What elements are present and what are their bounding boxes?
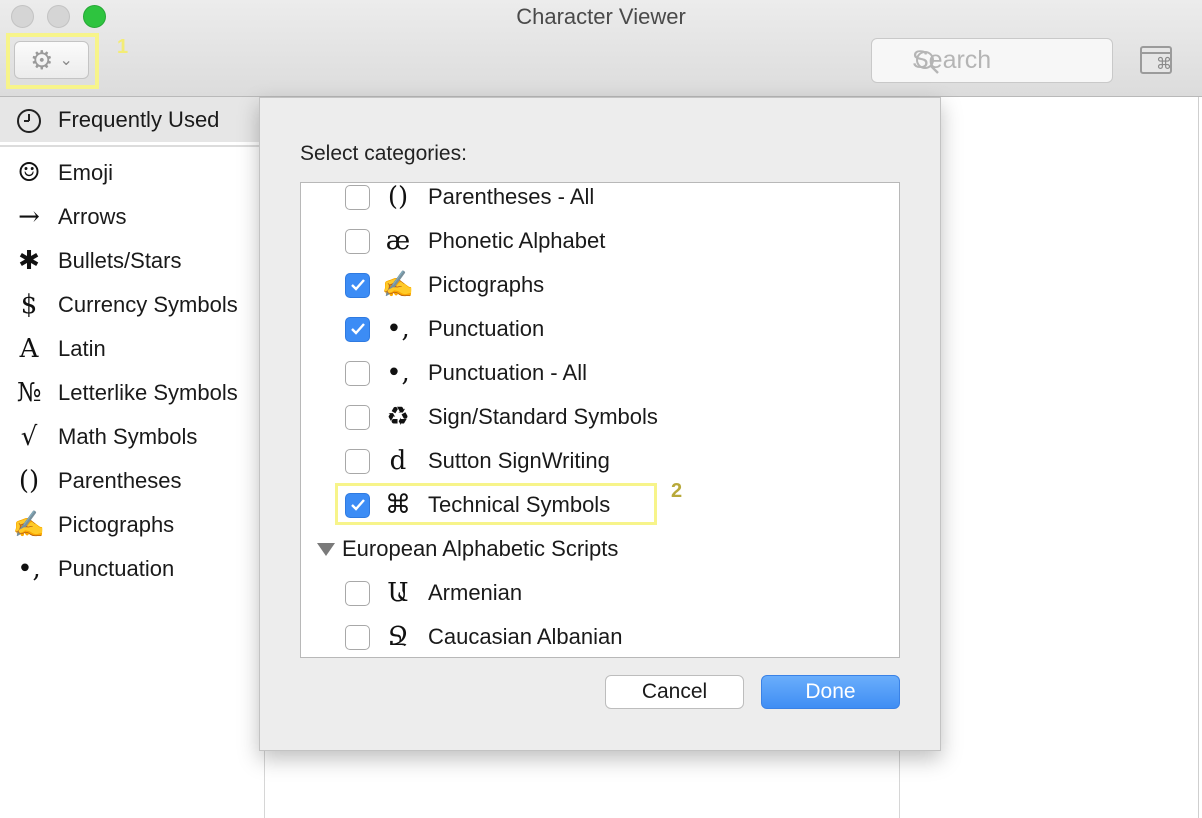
category-checkbox[interactable] bbox=[345, 272, 370, 298]
title-bar: Character Viewer ⚙ ⌄ 1 Search ⌘ bbox=[0, 0, 1202, 97]
signwriting-icon: d bbox=[389, 446, 407, 476]
category-row-armenian[interactable]: Ա Armenian bbox=[301, 571, 899, 615]
category-checkbox[interactable] bbox=[345, 316, 370, 342]
category-row-pictographs[interactable]: ✍ Pictographs bbox=[301, 263, 899, 307]
sidebar-item-emoji[interactable]: ☺ Emoji bbox=[0, 151, 265, 195]
chevron-down-icon: ⌄ bbox=[59, 52, 73, 69]
customize-list-sheet: Select categories: () Parentheses - All … bbox=[259, 97, 941, 751]
caucasian-albanian-letter-icon: Ջ bbox=[387, 622, 409, 652]
clock-icon bbox=[0, 104, 58, 135]
sidebar-divider bbox=[0, 145, 265, 147]
category-row-punctuation-all[interactable]: •, Punctuation - All bbox=[301, 351, 899, 395]
category-row-technical-symbols[interactable]: ⌘ Technical Symbols bbox=[301, 483, 899, 527]
category-checkbox[interactable] bbox=[345, 360, 370, 386]
writing-hand-icon: ✍ bbox=[381, 270, 415, 300]
category-label: Phonetic Alphabet bbox=[428, 228, 606, 253]
category-row-punctuation[interactable]: •, Punctuation bbox=[301, 307, 899, 351]
category-label: Parentheses - All bbox=[428, 184, 595, 209]
category-label: Punctuation bbox=[428, 316, 545, 341]
category-checkbox[interactable] bbox=[345, 624, 370, 650]
sidebar: Frequently Used ☺ Emoji → Arrows ✱ Bullets/… bbox=[0, 97, 265, 818]
category-label: Sign/Standard Symbols bbox=[428, 404, 658, 429]
character-palette-icon[interactable]: ⌘ bbox=[1140, 46, 1172, 74]
command-key-icon: ⌘ bbox=[385, 490, 411, 520]
category-label: Punctuation - All bbox=[428, 360, 587, 385]
dollar-icon: $ bbox=[20, 290, 38, 320]
category-checkbox[interactable] bbox=[345, 492, 370, 518]
sidebar-item-latin[interactable]: A Latin bbox=[0, 327, 265, 371]
sidebar-item-letterlike-symbols[interactable]: № Letterlike Symbols bbox=[0, 371, 265, 415]
category-row-caucasian-albanian[interactable]: Ջ Caucasian Albanian bbox=[301, 615, 899, 657]
square-root-icon: √ bbox=[20, 422, 38, 452]
sidebar-item-label: Arrows bbox=[58, 204, 127, 229]
sidebar-item-label: Parentheses bbox=[58, 468, 182, 493]
character-grid-area bbox=[265, 750, 900, 818]
sidebar-item-math-symbols[interactable]: √ Math Symbols bbox=[0, 415, 265, 459]
category-group-european-alphabetic-scripts[interactable]: European Alphabetic Scripts bbox=[301, 529, 899, 569]
cancel-button[interactable]: Cancel bbox=[605, 675, 744, 709]
category-row-phonetic-alphabet[interactable]: æ Phonetic Alphabet bbox=[301, 219, 899, 263]
arrow-icon: → bbox=[18, 202, 40, 232]
category-checkbox[interactable] bbox=[345, 228, 370, 254]
disclosure-triangle-icon[interactable] bbox=[317, 542, 335, 556]
parentheses-icon: () bbox=[18, 466, 40, 496]
category-label: Pictographs bbox=[428, 272, 545, 297]
writing-hand-icon: ✍ bbox=[12, 510, 46, 540]
sidebar-item-label: Bullets/Stars bbox=[58, 248, 182, 273]
sidebar-item-bullets-stars[interactable]: ✱ Bullets/Stars bbox=[0, 239, 265, 283]
sidebar-item-frequently-used[interactable]: Frequently Used bbox=[0, 97, 265, 142]
sidebar-item-arrows[interactable]: → Arrows bbox=[0, 195, 265, 239]
category-label: Caucasian Albanian bbox=[428, 624, 623, 649]
sidebar-item-label: Latin bbox=[58, 336, 106, 361]
sheet-title: Select categories: bbox=[300, 142, 467, 165]
star-icon: ✱ bbox=[18, 246, 40, 276]
annotation-label-1: 1 bbox=[117, 36, 129, 58]
armenian-letter-icon: Ա bbox=[387, 578, 409, 608]
sidebar-item-label: Letterlike Symbols bbox=[58, 380, 238, 405]
category-checkbox[interactable] bbox=[345, 448, 370, 474]
search-icon bbox=[916, 51, 939, 74]
sidebar-item-pictographs[interactable]: ✍ Pictographs bbox=[0, 503, 265, 547]
sidebar-item-label: Math Symbols bbox=[58, 424, 198, 449]
category-list[interactable]: () Parentheses - All æ Phonetic Alphabet… bbox=[300, 182, 900, 658]
category-checkbox[interactable] bbox=[345, 184, 370, 210]
category-group-label: European Alphabetic Scripts bbox=[342, 536, 619, 561]
sidebar-item-label: Emoji bbox=[58, 160, 114, 185]
category-label: Technical Symbols bbox=[428, 492, 611, 517]
window-right-edge bbox=[1198, 97, 1202, 818]
category-checkbox[interactable] bbox=[345, 580, 370, 606]
punctuation-icon: •, bbox=[386, 314, 410, 344]
gear-icon: ⚙ bbox=[30, 44, 54, 75]
numero-icon: № bbox=[16, 378, 42, 408]
action-menu-button[interactable]: ⚙ ⌄ bbox=[14, 41, 89, 79]
sidebar-item-parentheses[interactable]: () Parentheses bbox=[0, 459, 265, 503]
search-input[interactable]: Search bbox=[871, 38, 1113, 83]
sidebar-category-list: ☺ Emoji → Arrows ✱ Bullets/Stars $ Currency … bbox=[0, 151, 265, 591]
letter-a-icon: A bbox=[19, 334, 39, 364]
category-checkbox[interactable] bbox=[345, 404, 370, 430]
ae-ligature-icon: æ bbox=[385, 226, 411, 256]
sidebar-item-punctuation[interactable]: •, Punctuation bbox=[0, 547, 265, 591]
category-label: Sutton SignWriting bbox=[428, 448, 610, 473]
punctuation-icon: •, bbox=[386, 358, 410, 388]
done-button[interactable]: Done bbox=[761, 675, 900, 709]
sidebar-item-label: Pictographs bbox=[58, 512, 175, 537]
sidebar-item-currency-symbols[interactable]: $ Currency Symbols bbox=[0, 283, 265, 327]
sidebar-item-label: Currency Symbols bbox=[58, 292, 238, 317]
smiley-icon: ☺ bbox=[17, 158, 41, 188]
category-row-sign-standard-symbols[interactable]: ♻ Sign/Standard Symbols bbox=[301, 395, 899, 439]
punctuation-icon: •, bbox=[17, 554, 41, 584]
sidebar-item-label: Frequently Used bbox=[58, 106, 220, 132]
recycle-icon: ♻ bbox=[386, 402, 410, 432]
parentheses-icon: () bbox=[387, 182, 409, 212]
annotation-label-2: 2 bbox=[671, 480, 683, 502]
category-row-parentheses-all[interactable]: () Parentheses - All bbox=[301, 182, 899, 219]
category-label: Armenian bbox=[428, 580, 523, 605]
window-title: Character Viewer bbox=[516, 4, 686, 29]
category-row-sutton-signwriting[interactable]: d Sutton SignWriting bbox=[301, 439, 899, 483]
sidebar-item-label: Punctuation bbox=[58, 556, 175, 581]
